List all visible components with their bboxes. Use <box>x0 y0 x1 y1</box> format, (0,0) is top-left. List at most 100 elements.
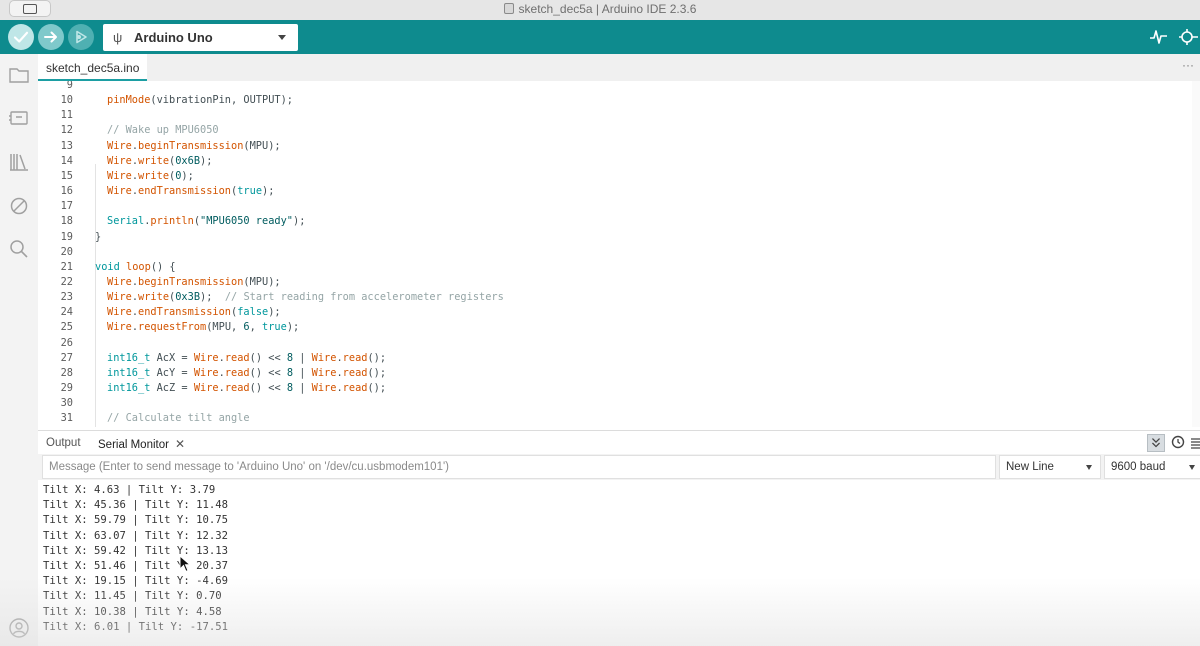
editor-scrollbar[interactable] <box>1192 81 1200 427</box>
code-line: 22 Wire.beginTransmission(MPU); <box>38 275 1188 290</box>
serial-line: Tilt X: 63.07 | Tilt Y: 12.32 <box>43 529 228 542</box>
arrow-right-icon <box>44 31 57 43</box>
line-number: 11 <box>60 109 73 122</box>
code-token: ); <box>286 321 300 334</box>
code-text: // Wake up MPU6050 <box>107 123 219 138</box>
tab-serial-monitor[interactable]: Serial Monitor ✕ <box>98 437 185 451</box>
board-name: Arduino Uno <box>134 30 213 45</box>
code-line: 30 <box>38 396 1188 411</box>
line-number: 12 <box>60 124 73 137</box>
code-token: () << <box>249 351 287 364</box>
library-icon[interactable] <box>8 151 30 173</box>
code-line: 26 <box>38 336 1188 351</box>
line-ending-value: New Line <box>1006 461 1054 473</box>
code-token: ); <box>293 215 306 228</box>
debug-off-icon[interactable] <box>8 195 30 217</box>
line-number: 19 <box>60 230 73 243</box>
activity-sidebar <box>0 54 38 646</box>
serial-line: Tilt X: 6.01 | Tilt Y: -17.51 <box>43 620 228 633</box>
code-text: Wire.beginTransmission(MPU); <box>107 275 281 290</box>
code-token: 0x6B <box>175 154 201 167</box>
code-token: read <box>342 351 368 364</box>
code-token: | <box>293 366 312 379</box>
clear-output-icon[interactable] <box>1188 434 1200 452</box>
debug-button[interactable] <box>68 24 94 50</box>
verify-button[interactable] <box>8 24 34 50</box>
profile-icon[interactable] <box>8 617 30 639</box>
code-token: read <box>342 382 368 394</box>
line-number: 18 <box>60 215 73 228</box>
close-icon[interactable]: ✕ <box>175 437 185 451</box>
tab-sketch-file[interactable]: sketch_dec5a.ino <box>38 54 148 81</box>
code-line: 25 Wire.requestFrom(MPU, 6, true); <box>38 320 1188 335</box>
code-token: () { <box>150 260 176 273</box>
code-token: Wire <box>107 139 132 152</box>
code-token: // Start reading from accelerometer regi… <box>224 291 504 304</box>
debug-icon <box>76 30 87 44</box>
code-token: Wire <box>193 351 219 364</box>
code-token: println <box>150 215 194 228</box>
board-manager-icon[interactable] <box>8 107 30 129</box>
code-token: (vibrationPin, OUTPUT); <box>150 94 293 107</box>
serial-message-input[interactable]: Message (Enter to send message to 'Ardui… <box>42 455 996 479</box>
bottom-panel-tabs: Output Serial Monitor ✕ <box>38 430 1200 454</box>
code-token: beginTransmission <box>138 275 244 288</box>
line-number: 17 <box>60 200 73 213</box>
code-line: 19} <box>38 230 1188 245</box>
line-ending-select[interactable]: New Line <box>999 455 1101 479</box>
toolbar: ψ Arduino Uno <box>0 20 1200 54</box>
serial-plotter-icon <box>1150 30 1167 44</box>
code-token: (); <box>367 351 387 364</box>
line-number: 29 <box>60 382 73 394</box>
code-token: AcZ = <box>150 382 194 394</box>
code-token: Wire <box>193 366 219 379</box>
code-line: 13 Wire.beginTransmission(MPU); <box>38 139 1188 154</box>
code-token: (MPU); <box>243 275 281 288</box>
code-text: pinMode(vibrationPin, OUTPUT); <box>107 93 293 108</box>
more-actions-icon[interactable]: ··· <box>1182 58 1194 72</box>
folder-icon[interactable] <box>8 64 30 86</box>
chevron-down-icon <box>278 35 286 40</box>
line-number: 23 <box>60 291 73 304</box>
serial-output[interactable]: Tilt X: 4.63 | Tilt Y: 3.79 Tilt X: 45.36… <box>38 480 1200 646</box>
code-token: | <box>293 382 312 394</box>
code-token: (); <box>367 382 387 394</box>
timestamp-toggle-icon[interactable] <box>1169 434 1187 452</box>
baud-rate-select[interactable]: 9600 baud <box>1104 455 1200 479</box>
code-line: 14 Wire.write(0x6B); <box>38 154 1188 169</box>
line-number: 15 <box>60 169 73 182</box>
line-number: 9 <box>66 81 73 91</box>
serial-plotter-button[interactable] <box>1149 27 1169 47</box>
search-icon[interactable] <box>8 238 30 260</box>
serial-line: Tilt X: 10.38 | Tilt Y: 4.58 <box>43 605 222 618</box>
serial-line: Tilt X: 59.42 | Tilt Y: 13.13 <box>43 544 228 557</box>
editor-tab-bar: sketch_dec5a.ino ··· <box>38 54 1200 81</box>
serial-line: Tilt X: 4.63 | Tilt Y: 3.79 <box>43 484 216 496</box>
code-token: ); <box>200 291 225 304</box>
board-selector[interactable]: ψ Arduino Uno <box>103 24 298 51</box>
code-text: Wire.endTransmission(false); <box>107 305 281 320</box>
code-token: Wire <box>107 275 132 288</box>
serial-monitor-button[interactable] <box>1178 27 1198 47</box>
code-editor[interactable]: 9 10 pinMode(vibrationPin, OUTPUT); 11 12 // … <box>38 81 1200 427</box>
code-line: 12 // Wake up MPU6050 <box>38 123 1188 138</box>
code-token: , <box>249 321 263 334</box>
code-text: Wire.requestFrom(MPU, 6, true); <box>107 320 299 335</box>
code-token: Wire <box>107 321 132 334</box>
upload-button[interactable] <box>38 24 64 50</box>
autoscroll-toggle-icon[interactable] <box>1147 434 1165 452</box>
tab-output[interactable]: Output <box>46 437 81 449</box>
code-token: Wire <box>107 169 132 182</box>
serial-line: Tilt X: 11.45 | Tilt Y: 0.70 <box>43 590 222 603</box>
code-token: beginTransmission <box>138 139 244 152</box>
code-line: 16 Wire.endTransmission(true); <box>38 184 1188 199</box>
serial-line: Tilt X: 59.79 | Tilt Y: 10.75 <box>43 514 228 527</box>
line-number: 14 <box>60 154 73 167</box>
window-title-text: sketch_dec5a | Arduino IDE 2.3.6 <box>518 2 697 16</box>
code-text: int16_t AcY = Wire.read() << 8 | Wire.re… <box>107 366 386 381</box>
code-text: Wire.write(0); <box>107 169 194 184</box>
code-token: Serial <box>107 215 145 228</box>
code-text: // Calculate tilt angle <box>107 411 250 426</box>
usb-icon: ψ <box>113 30 123 45</box>
line-number: 21 <box>60 260 73 273</box>
